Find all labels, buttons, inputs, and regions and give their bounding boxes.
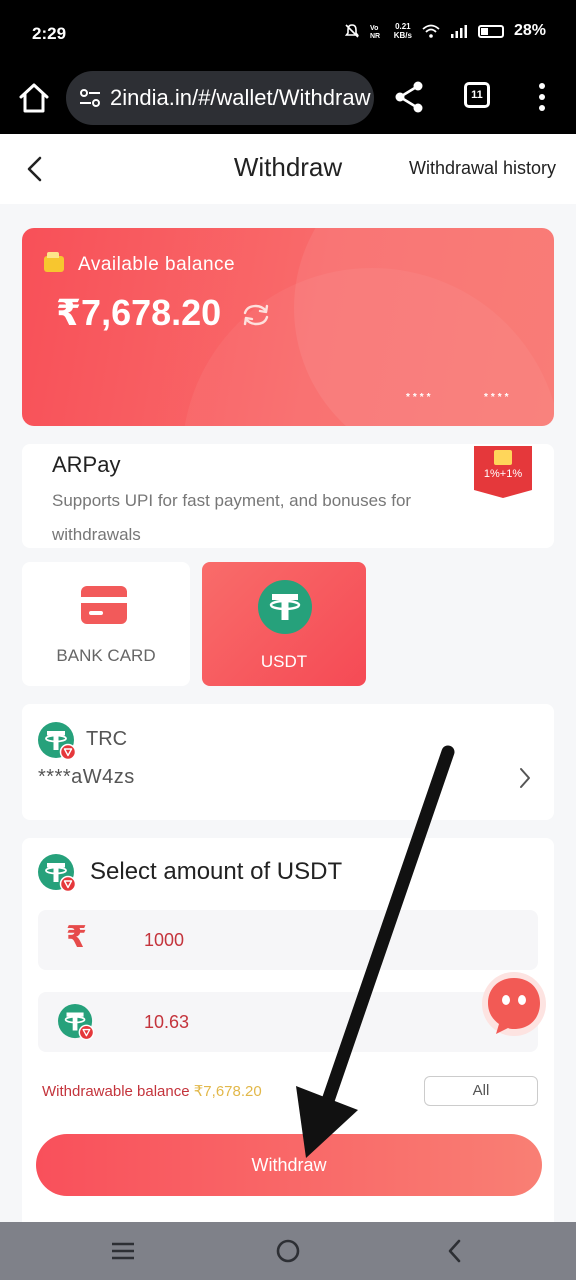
tab-switcher-button[interactable]: 11 xyxy=(464,82,490,108)
system-nav-bar xyxy=(0,1222,576,1280)
home-icon[interactable] xyxy=(16,80,52,116)
withdrawable-label: Withdrawable balance xyxy=(42,1083,190,1100)
net-speed-unit: KB/s xyxy=(393,31,412,40)
card-mask-2: **** xyxy=(484,392,512,403)
address-value: ****aW4zs xyxy=(38,766,135,788)
wifi-icon xyxy=(422,24,440,38)
status-icons: Vo NR 0.21 KB/s 28% xyxy=(344,22,546,40)
svg-text:Vo: Vo xyxy=(370,25,378,32)
chevron-left-icon[interactable] xyxy=(22,154,48,184)
network-label: TRC xyxy=(86,728,128,750)
tether-trc-icon xyxy=(38,722,76,760)
chevron-right-icon xyxy=(520,768,530,788)
arpay-title: ARPay xyxy=(52,452,121,477)
more-vertical-icon[interactable] xyxy=(532,80,552,114)
withdrawal-history-link[interactable]: Withdrawal history xyxy=(409,158,556,179)
site-settings-icon[interactable] xyxy=(78,87,102,109)
network-speed: 0.21 KB/s xyxy=(394,22,412,40)
usdt-amount-display: 10.63 xyxy=(38,992,538,1052)
back-icon[interactable] xyxy=(440,1236,470,1266)
method-tab-usdt[interactable]: USDT xyxy=(202,562,366,686)
vowifi-icon: VoNR xyxy=(370,25,380,39)
inr-amount-input[interactable]: ₹ 1000 xyxy=(38,910,538,970)
balance-amount: ₹7,678.20 xyxy=(56,292,222,333)
browser-toolbar: 2india.in/#/wallet/Withdraw 11 xyxy=(0,68,576,134)
tether-trc-icon xyxy=(38,854,76,892)
inr-amount-value[interactable]: 1000 xyxy=(144,930,184,951)
bonus-badge: 1%+1% xyxy=(474,446,532,498)
mute-bell-icon xyxy=(344,24,359,38)
signal-icon xyxy=(450,25,467,38)
amount-section: Select amount of USDT ₹ 1000 10.63 Withd… xyxy=(22,838,554,1222)
battery-percent: 28% xyxy=(513,22,546,39)
bonus-badge-label: 1%+1% xyxy=(483,468,523,480)
share-icon[interactable] xyxy=(392,80,426,114)
tether-icon xyxy=(258,580,312,634)
balance-label: Available balance xyxy=(78,254,236,275)
usdt-amount-value: 10.63 xyxy=(144,1012,190,1032)
arpay-description: Supports UPI for fast payment, and bonus… xyxy=(52,491,412,544)
url-bar[interactable]: 2india.in/#/wallet/Withdraw xyxy=(66,71,374,125)
tether-trc-icon xyxy=(58,1004,94,1040)
amount-title: Select amount of USDT xyxy=(90,858,343,885)
refresh-icon[interactable] xyxy=(240,302,272,328)
method-label-bank-card: BANK CARD xyxy=(56,646,156,665)
bank-card-icon xyxy=(81,586,127,624)
svg-text:NR: NR xyxy=(370,33,380,39)
arpay-option[interactable]: ARPay Supports UPI for fast payment, and… xyxy=(22,444,554,548)
home-circle-icon[interactable] xyxy=(273,1236,303,1266)
withdrawable-amount: ₹7,678.20 xyxy=(193,1083,262,1100)
card-mask-1: **** xyxy=(406,392,434,403)
net-speed-value: 0.21 xyxy=(395,22,411,31)
gift-icon xyxy=(494,450,512,465)
page-header: Withdraw Withdrawal history xyxy=(0,134,576,204)
status-time: 2:29 xyxy=(32,24,67,43)
all-button[interactable]: All xyxy=(424,1076,538,1106)
status-bar: 2:29 Vo NR 0.21 KB/s 28% xyxy=(0,0,576,68)
rupee-icon: ₹ xyxy=(66,921,87,954)
wallet-icon xyxy=(44,252,64,272)
usdt-address-selector[interactable]: TRC ****aW4zs xyxy=(22,704,554,820)
battery-icon xyxy=(477,24,504,38)
withdrawable-balance: Withdrawable balance ₹7,678.20 xyxy=(42,1082,262,1100)
url-text[interactable]: 2india.in/#/wallet/Withdraw xyxy=(110,85,370,111)
method-tab-bank-card[interactable]: BANK CARD xyxy=(22,562,190,686)
method-label-usdt: USDT xyxy=(260,652,308,671)
chat-icon[interactable] xyxy=(478,972,548,1038)
balance-card: Available balance ₹7,678.20 **** **** xyxy=(22,228,554,426)
recent-apps-icon[interactable] xyxy=(108,1236,138,1266)
withdraw-button[interactable]: Withdraw xyxy=(36,1134,542,1196)
